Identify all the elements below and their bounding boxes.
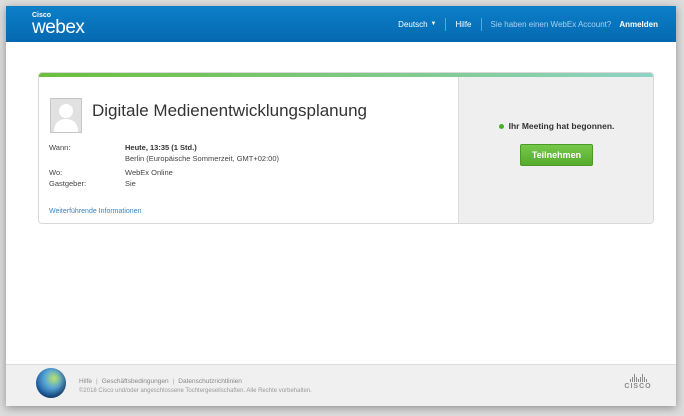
top-nav: Deutsch ▼ Hilfe Sie haben einen WebEx Ac… [398,6,658,42]
chevron-down-icon: ▼ [430,21,437,27]
footer-links: Hilfe | Geschäftsbedingungen | Datenschutzri… [79,378,242,385]
webex-globe-icon [36,368,66,398]
more-info-link[interactable]: Weiterführende Informationen [49,208,141,215]
join-panel: Ihr Meeting hat begonnen. Teilnehmen [458,77,653,223]
detail-value: Sie [125,179,136,188]
logo-webex-text: webex [32,17,85,38]
detail-value: Heute, 13:35 (1 Std.) [125,143,197,152]
footer-link-privacy[interactable]: Datenschutzrichtlinien [178,378,242,385]
language-label: Deutsch [398,19,428,29]
detail-label: Gastgeber: [49,179,87,188]
login-link[interactable]: Anmelden [619,20,658,29]
join-button[interactable]: Teilnehmen [520,144,593,166]
cisco-wordmark: CISCO [624,383,652,390]
footer-link-terms[interactable]: Geschäftsbedingungen [102,378,169,385]
footer [6,364,676,406]
footer-divider: | [172,378,175,385]
footer-link-help[interactable]: Hilfe [79,378,92,385]
status-dot-icon [498,123,504,129]
meeting-card: Digitale Medienentwicklungsplanung Wann:… [38,72,654,224]
copyright-text: ©2018 Cisco und/oder angeschlossene Toch… [79,388,312,394]
host-avatar [50,98,82,133]
nav-divider [480,17,482,31]
detail-label: Wo: [49,168,63,177]
nav-divider [445,17,447,31]
browser-window: Cisco webex Deutsch ▼ Hilfe Sie haben ei… [6,6,676,406]
top-bar: Cisco webex Deutsch ▼ Hilfe Sie haben ei… [6,6,676,42]
meeting-status: Ihr Meeting hat begonnen. [459,121,653,131]
detail-value: WebEx Online [125,168,173,177]
timezone-value: Berlin (Europäische Sommerzeit, GMT+02:0… [125,154,280,163]
user-silhouette-icon [54,104,78,132]
cisco-bars-icon [622,374,654,382]
language-selector[interactable]: Deutsch ▼ [398,20,436,29]
help-link[interactable]: Hilfe [455,20,471,29]
meeting-info: Digitale Medienentwicklungsplanung Wann:… [39,77,458,223]
footer-divider: | [96,378,98,385]
account-prompt: Sie haben einen WebEx Account? [490,19,612,29]
status-text: Ihr Meeting hat begonnen. [508,121,615,131]
detail-label: Wann: [49,143,71,152]
meeting-title: Digitale Medienentwicklungsplanung [92,101,368,120]
cisco-logo: CISCO [622,374,654,390]
